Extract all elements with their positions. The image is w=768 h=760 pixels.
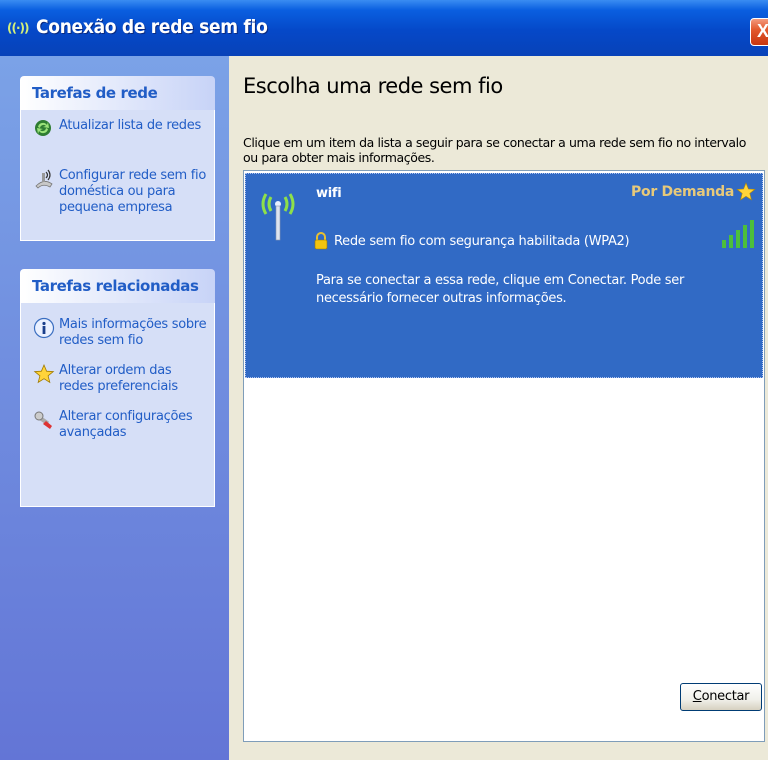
- connect-button[interactable]: Conectar: [680, 683, 762, 711]
- page-description: Clique em um item da lista a seguir para…: [243, 135, 746, 165]
- main-panel: Escolha uma rede sem fio Clique em um it…: [229, 56, 768, 760]
- window-title: Conexão de rede sem fio: [36, 16, 268, 38]
- network-name: wifi: [316, 186, 342, 201]
- task-sidebar: Tarefas de rede Atualizar lista de redes: [0, 56, 229, 760]
- refresh-icon: [33, 118, 59, 138]
- related-tasks-body: Mais informações sobre redes sem fio Alt…: [20, 303, 215, 507]
- task-advanced-settings[interactable]: Alterar configurações avançadas: [33, 409, 208, 441]
- task-more-info-wireless[interactable]: Mais informações sobre redes sem fio: [33, 317, 208, 349]
- task-label: Configurar rede sem fio doméstica ou par…: [59, 168, 206, 215]
- task-label: Atualizar lista de redes: [59, 118, 201, 133]
- wireless-setup-icon: [33, 168, 59, 189]
- task-label: Mais informações sobre redes sem fio: [59, 317, 207, 348]
- task-label: Alterar configurações avançadas: [59, 409, 193, 440]
- network-security: Rede sem fio com segurança habilitada (W…: [334, 234, 630, 249]
- network-tasks-panel: Tarefas de rede Atualizar lista de redes: [20, 76, 215, 241]
- antenna-icon: [256, 184, 300, 244]
- connect-label: onectar: [701, 689, 750, 704]
- related-tasks-header[interactable]: Tarefas relacionadas: [20, 269, 215, 303]
- preferred-star-icon: [736, 182, 756, 202]
- connect-accel: C: [692, 689, 702, 704]
- network-message: Para se conectar a essa rede, clique em …: [316, 273, 685, 306]
- signal-strength-icon: [720, 218, 756, 250]
- info-icon: [33, 317, 59, 339]
- network-mode: Por Demanda: [631, 184, 734, 200]
- star-icon: [33, 363, 59, 384]
- task-label: Alterar ordem das redes preferenciais: [59, 363, 178, 394]
- task-setup-wireless-network[interactable]: Configurar rede sem fio doméstica ou par…: [33, 168, 208, 216]
- wireless-network-icon: ((·)): [7, 21, 30, 35]
- lock-icon: [314, 232, 328, 250]
- network-list[interactable]: wifi Por Demanda Rede sem fio com segura…: [243, 170, 765, 742]
- page-title: Escolha uma rede sem fio: [243, 74, 503, 98]
- task-refresh-network-list[interactable]: Atualizar lista de redes: [33, 118, 208, 138]
- network-tasks-body: Atualizar lista de redes Configurar rede…: [20, 110, 215, 241]
- title-bar: ((·)) Conexão de rede sem fio X: [0, 0, 768, 56]
- network-list-item[interactable]: wifi Por Demanda Rede sem fio com segura…: [245, 173, 763, 378]
- network-tasks-header[interactable]: Tarefas de rede: [20, 76, 215, 110]
- task-change-preferred-order[interactable]: Alterar ordem das redes preferenciais: [33, 363, 208, 395]
- close-button[interactable]: X: [750, 18, 768, 46]
- related-tasks-panel: Tarefas relacionadas Mais informações so…: [20, 269, 215, 507]
- settings-tool-icon: [33, 409, 59, 429]
